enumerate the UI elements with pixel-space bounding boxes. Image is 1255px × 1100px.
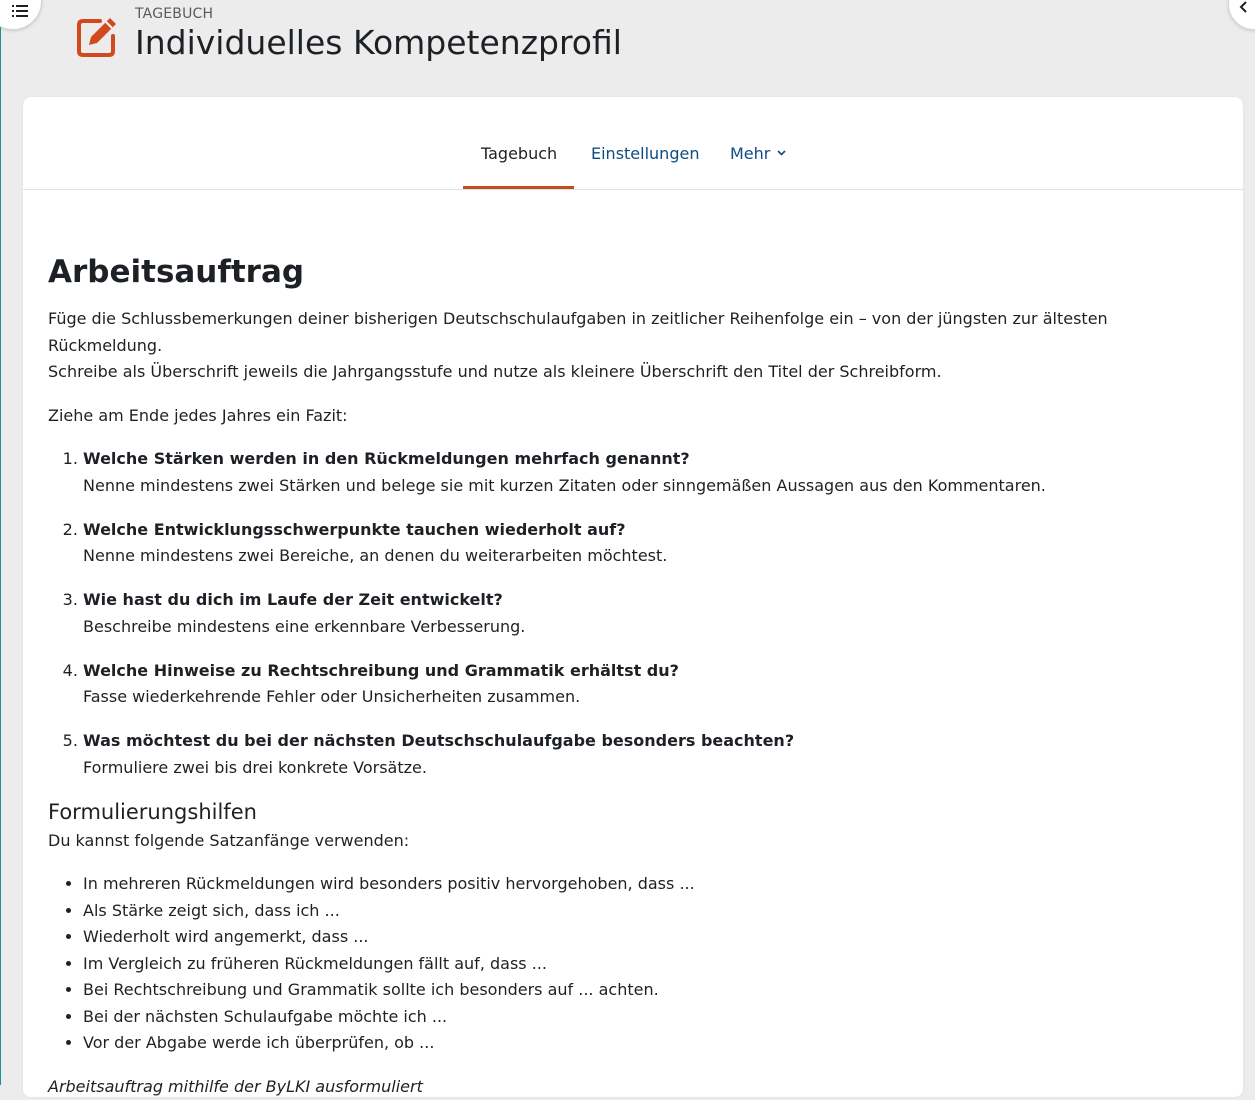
task-detail: Nenne mindestens zwei Bereiche, an denen… <box>83 543 1208 570</box>
phrases-hint: Du kannst folgende Satzanfänge verwenden… <box>48 828 1208 855</box>
edit-note-icon <box>76 16 118 58</box>
tab-mehr-label: Mehr <box>730 144 770 163</box>
task-question: Wie hast du dich im Laufe der Zeit entwi… <box>83 590 503 609</box>
task-question: Welche Stärken werden in den Rückmeldung… <box>83 449 690 468</box>
assignment-heading: Arbeitsauftrag <box>48 252 1208 292</box>
credit-note: Arbeitsauftrag mithilfe der ByLKI ausfor… <box>48 1074 1208 1100</box>
list-item: Bei der nächsten Schulaufgabe möchte ich… <box>83 1004 1208 1031</box>
block-drawer-toggle-button[interactable] <box>1228 0 1255 30</box>
task-detail: Fasse wiederkehrende Fehler oder Unsiche… <box>83 684 1208 711</box>
list-item: Wie hast du dich im Laufe der Zeit entwi… <box>83 587 1208 640</box>
intro-line-2: Schreibe als Überschrift jeweils die Jah… <box>48 362 942 381</box>
page-title: Individuelles Kompetenzprofil <box>135 22 622 64</box>
list-item: Welche Entwicklungsschwerpunkte tauchen … <box>83 517 1208 570</box>
task-question: Was möchtest du bei der nächsten Deutsch… <box>83 731 794 750</box>
active-tab-indicator <box>463 186 574 189</box>
fazit-paragraph: Ziehe am Ende jedes Jahres ein Fazit: <box>48 403 1208 430</box>
course-index-toggle-button[interactable] <box>0 0 42 30</box>
tab-mehr[interactable]: Mehr <box>730 144 786 163</box>
list-item: Als Stärke zeigt sich, dass ich ... <box>83 898 1208 925</box>
task-detail: Nenne mindestens zwei Stärken und belege… <box>83 473 1208 500</box>
tab-tagebuch[interactable]: Tagebuch <box>481 144 557 163</box>
activity-type-label: TAGEBUCH <box>135 6 622 22</box>
task-detail: Formuliere zwei bis drei konkrete Vorsät… <box>83 755 1208 782</box>
task-detail: Beschreibe mindestens eine erkennbare Ve… <box>83 614 1208 641</box>
phrase-list: In mehreren Rückmeldungen wird besonders… <box>48 871 1208 1057</box>
list-item: Welche Stärken werden in den Rückmeldung… <box>83 446 1208 499</box>
task-question: Welche Hinweise zu Rechtschreibung und G… <box>83 661 679 680</box>
assignment-description: Arbeitsauftrag Füge die Schlussbemerkung… <box>48 252 1208 1100</box>
list-item: Welche Hinweise zu Rechtschreibung und G… <box>83 658 1208 711</box>
list-item: Wiederholt wird angemerkt, dass ... <box>83 924 1208 951</box>
main-content-card: Tagebuch Einstellungen Mehr Arbeitsauftr… <box>23 97 1243 1097</box>
tab-einstellungen[interactable]: Einstellungen <box>591 144 699 163</box>
list-icon <box>12 5 28 17</box>
page-header: TAGEBUCH Individuelles Kompetenzprofil <box>76 6 622 64</box>
chevron-left-icon <box>1239 1 1249 13</box>
intro-paragraph: Füge die Schlussbemerkungen deiner bishe… <box>48 306 1208 386</box>
list-item: In mehreren Rückmeldungen wird besonders… <box>83 871 1208 898</box>
list-item: Bei Rechtschreibung und Grammatik sollte… <box>83 977 1208 1004</box>
list-item: Vor der Abgabe werde ich überprüfen, ob … <box>83 1030 1208 1057</box>
secondary-navigation: Tagebuch Einstellungen Mehr <box>23 97 1243 190</box>
list-item: Im Vergleich zu früheren Rückmeldungen f… <box>83 951 1208 978</box>
chevron-down-icon <box>777 150 786 156</box>
list-item: Was möchtest du bei der nächsten Deutsch… <box>83 728 1208 781</box>
phrases-heading: Formulierungshilfen <box>48 798 1208 826</box>
task-list: Welche Stärken werden in den Rückmeldung… <box>48 446 1208 781</box>
intro-line-1: Füge die Schlussbemerkungen deiner bishe… <box>48 309 1108 355</box>
window-edge <box>0 0 1 1085</box>
task-question: Welche Entwicklungsschwerpunkte tauchen … <box>83 520 626 539</box>
